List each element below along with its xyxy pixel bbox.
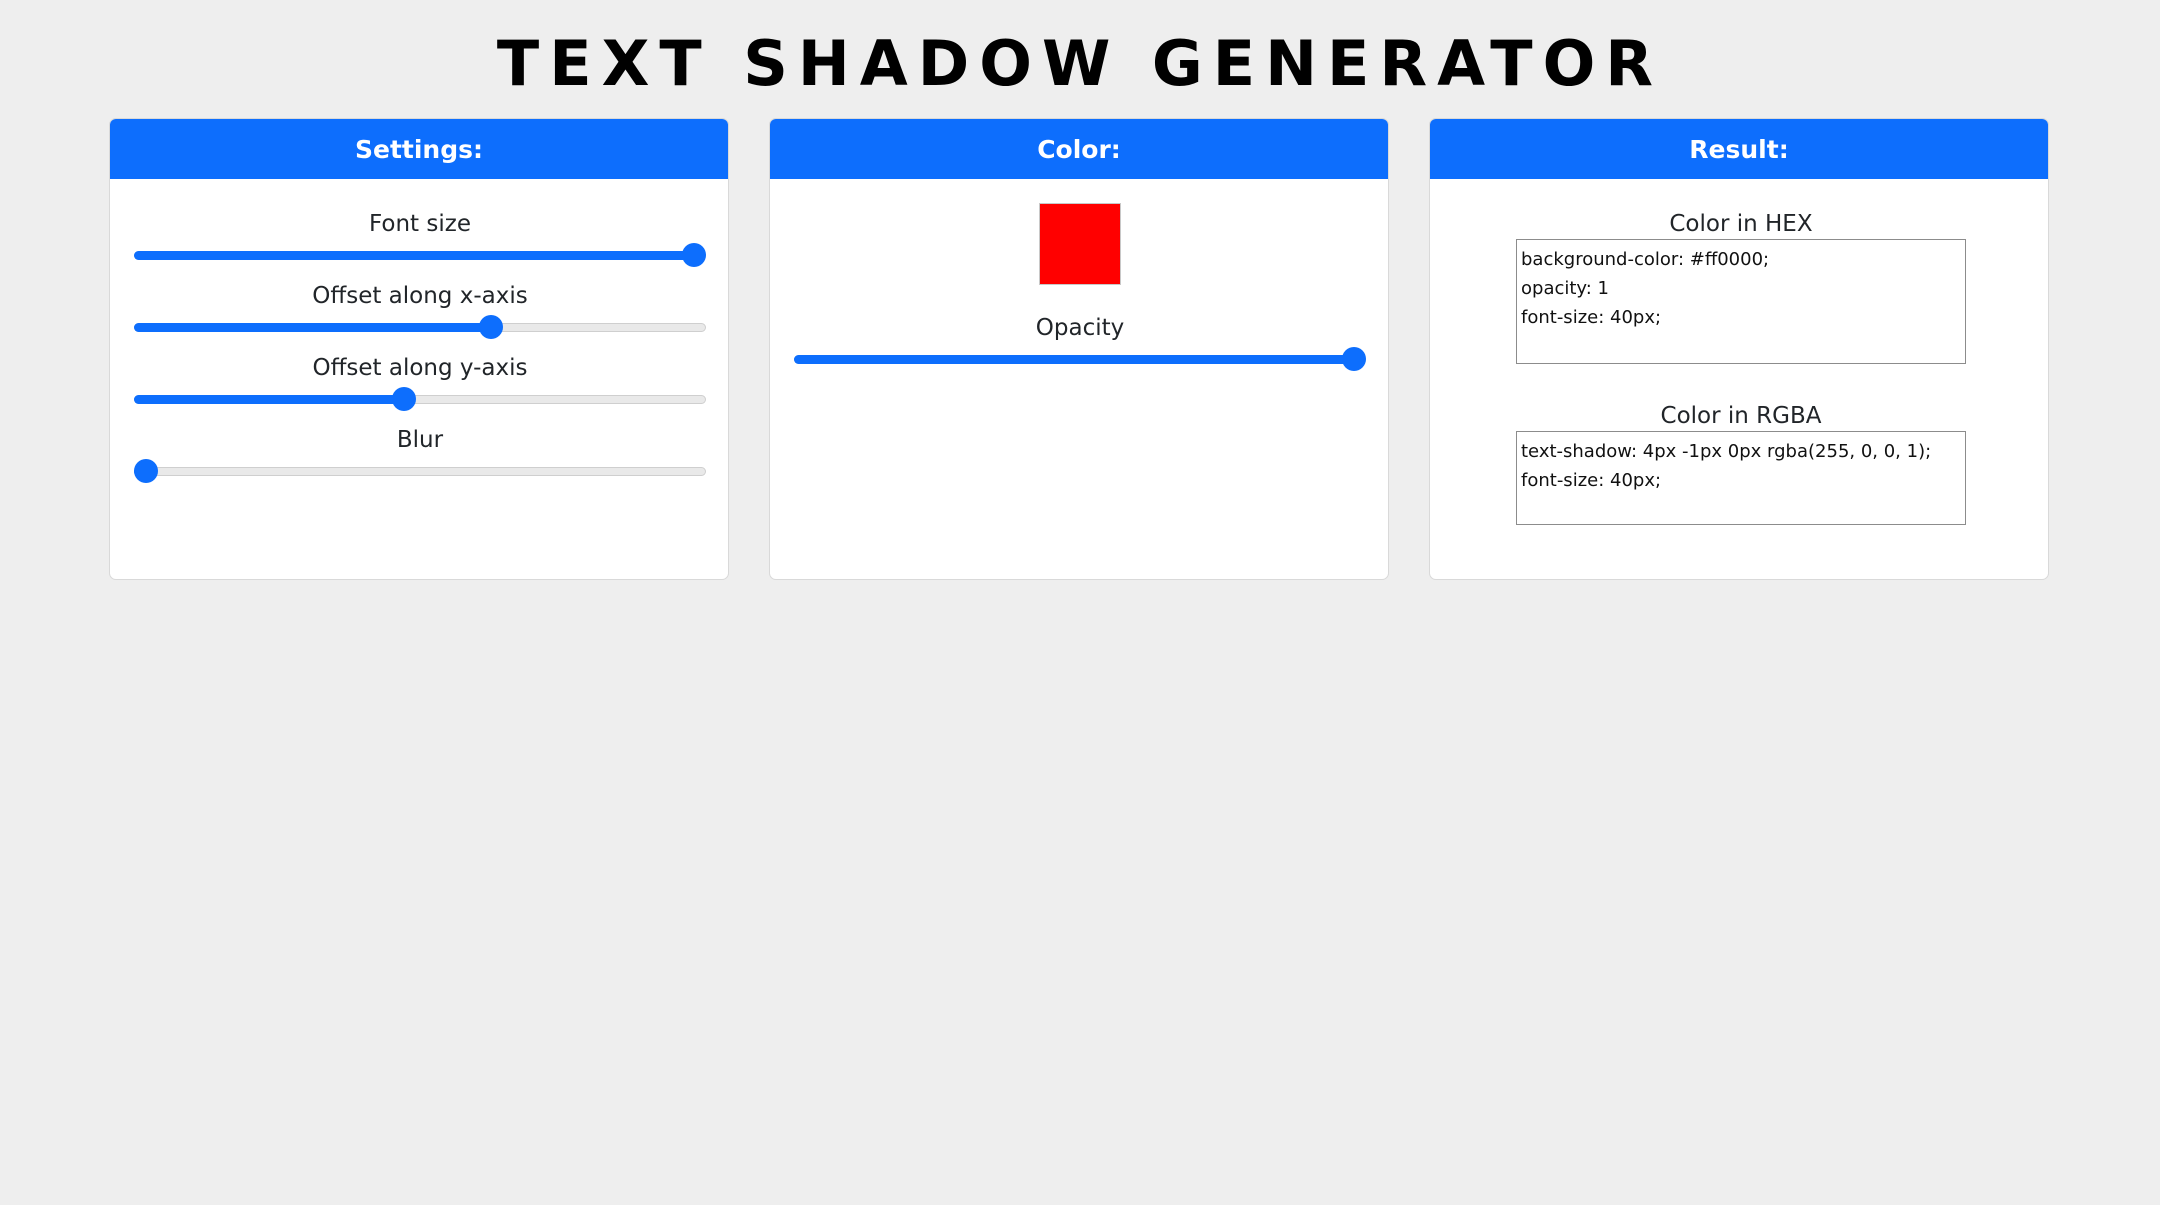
opacity-slider[interactable]	[794, 346, 1366, 372]
offset-y-slider-fill	[134, 395, 404, 404]
font-size-control: Font size	[134, 209, 706, 268]
offset-x-label: Offset along x-axis	[312, 283, 528, 309]
font-size-label: Font size	[369, 211, 471, 237]
offset-x-slider[interactable]	[134, 314, 706, 340]
offset-x-slider-thumb[interactable]	[479, 315, 504, 339]
rgba-result: Color in RGBA text-shadow: 4px -1px 0px …	[1516, 401, 1966, 525]
hex-output-line: opacity: 1	[1521, 278, 1610, 299]
opacity-label: Opacity	[1035, 315, 1125, 341]
result-header: Result:	[1430, 119, 2048, 179]
font-size-slider-fill	[134, 251, 694, 260]
result-card: Result: Color in HEX background-color: #…	[1429, 118, 2049, 580]
rgba-output-line: font-size: 40px;	[1521, 470, 1662, 491]
hex-result: Color in HEX background-color: #ff0000; …	[1516, 209, 1966, 364]
hex-output-textarea[interactable]: background-color: #ff0000; opacity: 1 fo…	[1516, 239, 1966, 364]
color-picker-swatch[interactable]	[1039, 203, 1121, 285]
blur-slider[interactable]	[134, 458, 706, 484]
opacity-slider-fill	[794, 355, 1354, 364]
blur-slider-track	[134, 467, 706, 476]
offset-y-slider-thumb[interactable]	[391, 387, 416, 411]
font-size-slider-thumb[interactable]	[682, 243, 706, 267]
hex-output-line: font-size: 40px;	[1521, 307, 1662, 328]
offset-x-control: Offset along x-axis	[134, 281, 706, 340]
rgba-label: Color in RGBA	[1660, 403, 1822, 429]
color-card: Color: Opacity	[769, 118, 1389, 580]
color-header: Color:	[770, 119, 1388, 179]
offset-y-control: Offset along y-axis	[134, 353, 706, 412]
rgba-output-line: text-shadow: 4px -1px 0px rgba(255, 0, 0…	[1521, 441, 1932, 462]
opacity-control: Opacity	[794, 313, 1366, 372]
opacity-slider-thumb[interactable]	[1342, 347, 1366, 371]
blur-control: Blur	[134, 425, 706, 484]
page-title: TEXT SHADOW GENERATOR	[496, 27, 1664, 100]
settings-card: Settings: Font size Offset along x-axis …	[109, 118, 729, 580]
font-size-slider[interactable]	[134, 242, 706, 268]
hex-output-line: background-color: #ff0000;	[1521, 249, 1770, 270]
offset-x-slider-fill	[134, 323, 492, 332]
hex-label: Color in HEX	[1669, 211, 1813, 237]
settings-header: Settings:	[110, 119, 728, 179]
blur-slider-thumb[interactable]	[134, 459, 158, 483]
offset-y-label: Offset along y-axis	[312, 355, 528, 381]
blur-label: Blur	[396, 427, 444, 453]
offset-y-slider[interactable]	[134, 386, 706, 412]
rgba-output-textarea[interactable]: text-shadow: 4px -1px 0px rgba(255, 0, 0…	[1516, 431, 1966, 525]
